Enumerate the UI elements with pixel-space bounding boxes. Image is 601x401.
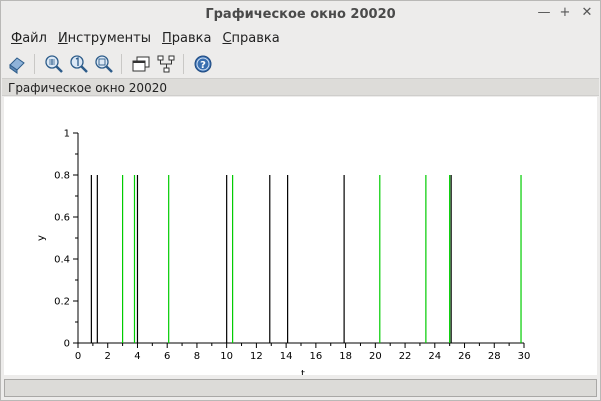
x-tick-label: 26 <box>458 351 471 362</box>
svg-text:?: ? <box>200 60 206 71</box>
x-tick-label: 22 <box>399 351 412 362</box>
y-tick-label: 0.2 <box>54 297 70 308</box>
status-bar <box>4 379 597 397</box>
y-tick-label: 1 <box>64 129 70 140</box>
zoom-original-button[interactable] <box>68 53 90 75</box>
window-title: Графическое окно 20020 <box>205 6 396 22</box>
graphic-window: Графическое окно 20020 — + ✕ Файл Инстру… <box>0 0 601 401</box>
zoom-button[interactable] <box>93 53 115 75</box>
x-tick-label: 10 <box>220 351 233 362</box>
rotate-icon <box>9 56 25 74</box>
x-tick-label: 14 <box>280 351 293 362</box>
menu-help[interactable]: Справка <box>216 31 284 46</box>
x-tick-label: 18 <box>339 351 352 362</box>
toolbar: ? <box>1 50 600 77</box>
y-tick-label: 0.8 <box>54 171 70 182</box>
plot-canvas[interactable]: 0 2 4 6 8 10 12 14 16 18 20 22 24 26 28 30 0 0.2 0.4 0.6 0.8… <box>4 97 597 381</box>
x-tick-label: 2 <box>105 351 111 362</box>
x-tick-label: 30 <box>518 351 531 362</box>
y-tick-label: 0.6 <box>54 213 70 224</box>
toolbar-separator <box>34 53 35 74</box>
zoom-icon <box>95 54 113 73</box>
x-tick-label: 0 <box>75 351 81 362</box>
close-icon[interactable]: ✕ <box>579 5 595 21</box>
windows-icon <box>132 56 150 71</box>
x-tick-label: 16 <box>309 351 322 362</box>
rotate-button[interactable] <box>6 53 28 75</box>
zoom-area-icon <box>45 54 63 73</box>
maximize-icon[interactable]: + <box>557 5 573 21</box>
y-tick-label: 0 <box>64 339 70 350</box>
plot-area: 0 2 4 6 8 10 12 14 16 18 20 22 24 26 28 3000.20.40.60.8… <box>36 129 531 381</box>
y-axis-label: y <box>36 235 47 241</box>
zoom-original-icon <box>70 54 88 73</box>
x-tick-label: 6 <box>164 351 170 362</box>
menu-bar: Файл Инструменты Правка Справка <box>1 27 600 49</box>
windows-button[interactable] <box>130 53 152 75</box>
x-tick-label: 28 <box>488 351 501 362</box>
title-bar[interactable]: Графическое окно 20020 — + ✕ <box>1 1 600 27</box>
help-button[interactable]: ? <box>192 53 214 75</box>
x-tick-label: 8 <box>194 351 200 362</box>
x-axis-label: t <box>301 369 305 375</box>
datatip-icon <box>157 55 175 72</box>
x-tick-label: 24 <box>428 351 441 362</box>
x-tick-label: 4 <box>134 351 140 362</box>
toolbar-separator <box>183 53 184 74</box>
help-icon: ? <box>194 55 212 72</box>
x-tick-label: 12 <box>250 351 263 362</box>
x-tick-label: 20 <box>369 351 382 362</box>
zoom-area-button[interactable] <box>43 53 65 75</box>
menu-file[interactable]: Файл <box>1 31 52 46</box>
y-tick-label: 0.4 <box>54 255 70 266</box>
datatip-button[interactable] <box>155 53 177 75</box>
info-bar: Графическое окно 20020 <box>2 78 599 96</box>
minimize-icon[interactable]: — <box>536 5 552 21</box>
menu-tools[interactable]: Инструменты <box>52 31 156 46</box>
toolbar-separator <box>121 53 122 74</box>
menu-edit[interactable]: Правка <box>156 31 216 46</box>
